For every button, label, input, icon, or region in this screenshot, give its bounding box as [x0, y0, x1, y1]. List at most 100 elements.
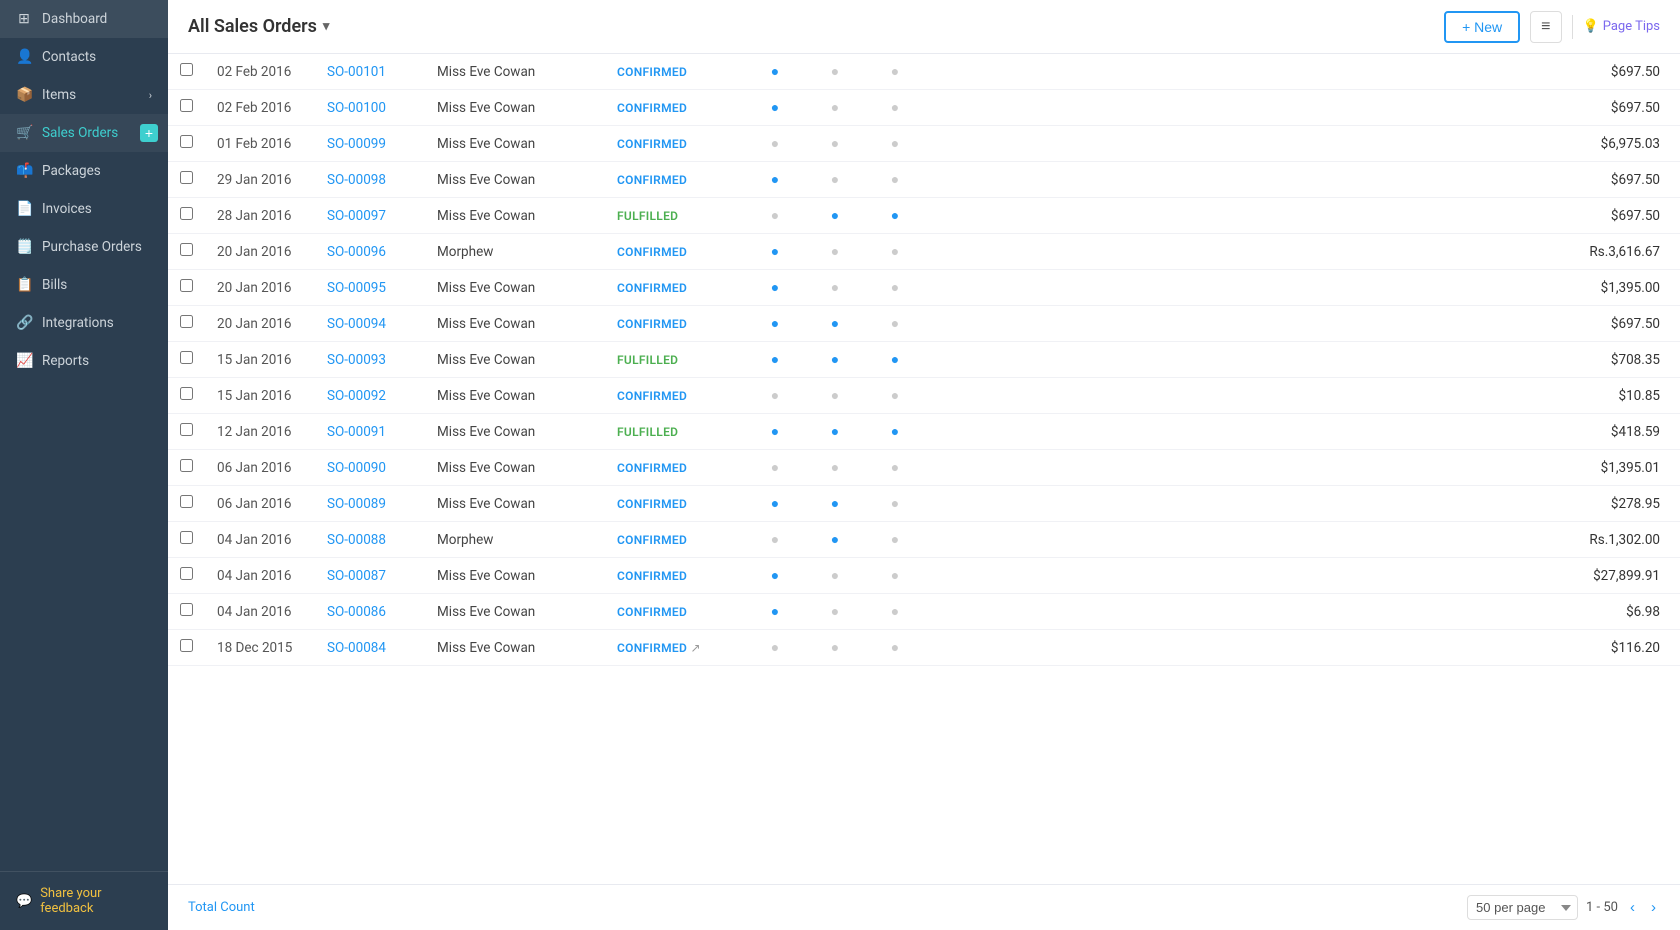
row-checkbox[interactable]: [180, 207, 193, 220]
row-checkbox[interactable]: [180, 603, 193, 616]
order-number: SO-00089: [315, 486, 425, 522]
status-badge: CONFIRMED: [617, 65, 687, 79]
order-date: 12 Jan 2016: [205, 414, 315, 450]
order-link[interactable]: SO-00089: [327, 496, 386, 512]
sidebar-item-sales-orders[interactable]: 🛒 Sales Orders +: [0, 114, 168, 152]
row-checkbox[interactable]: [180, 63, 193, 76]
sidebar-item-items[interactable]: 📦 Items ›: [0, 76, 168, 114]
sidebar-item-invoices[interactable]: 📄 Invoices: [0, 190, 168, 228]
prev-page-button[interactable]: ‹: [1626, 897, 1639, 918]
indicator-col-3: ●: [865, 558, 925, 594]
order-link[interactable]: SO-00096: [327, 244, 386, 260]
order-amount: $697.50: [925, 162, 1680, 198]
order-date: 28 Jan 2016: [205, 198, 315, 234]
menu-button[interactable]: ≡: [1530, 11, 1561, 43]
row-checkbox[interactable]: [180, 135, 193, 148]
indicator-col-1: ●: [745, 378, 805, 414]
sidebar-item-contacts[interactable]: 👤 Contacts: [0, 38, 168, 76]
sidebar-item-label: Sales Orders: [42, 125, 118, 141]
indicator-col-2: ●: [805, 162, 865, 198]
order-link[interactable]: SO-00095: [327, 280, 386, 296]
order-link[interactable]: SO-00099: [327, 136, 386, 152]
order-link[interactable]: SO-00098: [327, 172, 386, 188]
status-badge: CONFIRMED: [617, 245, 687, 259]
order-link[interactable]: SO-00084: [327, 640, 386, 656]
indicator-col-2: ●: [805, 486, 865, 522]
row-checkbox[interactable]: [180, 495, 193, 508]
order-number: SO-00084: [315, 630, 425, 666]
dot-active-icon: ●: [771, 568, 779, 584]
row-checkbox-cell: [168, 450, 205, 486]
row-checkbox-cell: [168, 162, 205, 198]
next-page-button[interactable]: ›: [1647, 897, 1660, 918]
sidebar-item-integrations[interactable]: 🔗 Integrations: [0, 304, 168, 342]
order-status: CONFIRMED: [605, 234, 745, 270]
status-badge: CONFIRMED: [617, 281, 687, 295]
sidebar-item-bills[interactable]: 📋 Bills: [0, 266, 168, 304]
order-date: 06 Jan 2016: [205, 486, 315, 522]
order-link[interactable]: SO-00087: [327, 568, 386, 584]
order-link[interactable]: SO-00086: [327, 604, 386, 620]
row-checkbox[interactable]: [180, 387, 193, 400]
dot-inactive-icon: ●: [891, 244, 899, 260]
dot-inactive-icon: ●: [891, 460, 899, 476]
row-checkbox[interactable]: [180, 423, 193, 436]
dot-inactive-icon: ●: [831, 460, 839, 476]
row-checkbox[interactable]: [180, 99, 193, 112]
total-count[interactable]: Total Count: [188, 900, 255, 915]
row-checkbox[interactable]: [180, 315, 193, 328]
row-checkbox[interactable]: [180, 639, 193, 652]
feedback-button[interactable]: 💬 Share your feedback: [0, 871, 168, 930]
table-row: 06 Jan 2016 SO-00090 Miss Eve Cowan CONF…: [168, 450, 1680, 486]
order-status: CONFIRMED: [605, 126, 745, 162]
status-badge: CONFIRMED: [617, 533, 687, 547]
sidebar-item-label: Invoices: [42, 201, 92, 217]
add-sales-order-button[interactable]: +: [140, 124, 158, 142]
orders-table-container[interactable]: 02 Feb 2016 SO-00101 Miss Eve Cowan CONF…: [168, 54, 1680, 884]
row-checkbox[interactable]: [180, 279, 193, 292]
order-status: CONFIRMED: [605, 450, 745, 486]
dot-active-icon: ●: [771, 496, 779, 512]
dot-inactive-icon: ●: [771, 136, 779, 152]
order-status: CONFIRMED: [605, 90, 745, 126]
row-checkbox-cell: [168, 90, 205, 126]
order-link[interactable]: SO-00091: [327, 424, 386, 440]
contact-name: Miss Eve Cowan: [425, 630, 605, 666]
row-checkbox[interactable]: [180, 171, 193, 184]
dashboard-icon: ⊞: [16, 11, 32, 27]
sidebar-item-purchase-orders[interactable]: 🗒️ Purchase Orders: [0, 228, 168, 266]
dot-active-icon: ●: [771, 64, 779, 80]
order-link[interactable]: SO-00092: [327, 388, 386, 404]
sidebar-item-label: Packages: [42, 163, 101, 179]
row-checkbox[interactable]: [180, 567, 193, 580]
sidebar-item-reports[interactable]: 📈 Reports: [0, 342, 168, 380]
row-checkbox[interactable]: [180, 459, 193, 472]
header-actions: + New ≡ 💡 Page Tips: [1444, 11, 1660, 43]
new-button[interactable]: + New: [1444, 11, 1520, 43]
order-amount: $697.50: [925, 54, 1680, 90]
dot-active-icon: ●: [771, 172, 779, 188]
order-link[interactable]: SO-00094: [327, 316, 386, 332]
row-checkbox[interactable]: [180, 351, 193, 364]
order-link[interactable]: SO-00093: [327, 352, 386, 368]
order-status: CONFIRMED: [605, 378, 745, 414]
order-link[interactable]: SO-00101: [327, 64, 386, 80]
dot-inactive-icon: ●: [831, 640, 839, 656]
order-status: CONFIRMED: [605, 594, 745, 630]
dot-active-icon: ●: [771, 280, 779, 296]
row-checkbox[interactable]: [180, 531, 193, 544]
dot-inactive-icon: ●: [891, 316, 899, 332]
order-link[interactable]: SO-00100: [327, 100, 386, 116]
per-page-select[interactable]: 50 per page 100 per page 150 per page: [1467, 895, 1578, 920]
row-checkbox[interactable]: [180, 243, 193, 256]
feedback-icon: 💬: [16, 894, 32, 909]
order-link[interactable]: SO-00097: [327, 208, 386, 224]
indicator-col-1: ●: [745, 450, 805, 486]
dot-inactive-icon: ●: [891, 568, 899, 584]
order-link[interactable]: SO-00090: [327, 460, 386, 476]
sidebar-item-packages[interactable]: 📫 Packages: [0, 152, 168, 190]
order-link[interactable]: SO-00088: [327, 532, 386, 548]
sidebar-item-dashboard[interactable]: ⊞ Dashboard: [0, 0, 168, 38]
row-checkbox-cell: [168, 54, 205, 90]
page-tips-button[interactable]: 💡 Page Tips: [1583, 19, 1660, 34]
